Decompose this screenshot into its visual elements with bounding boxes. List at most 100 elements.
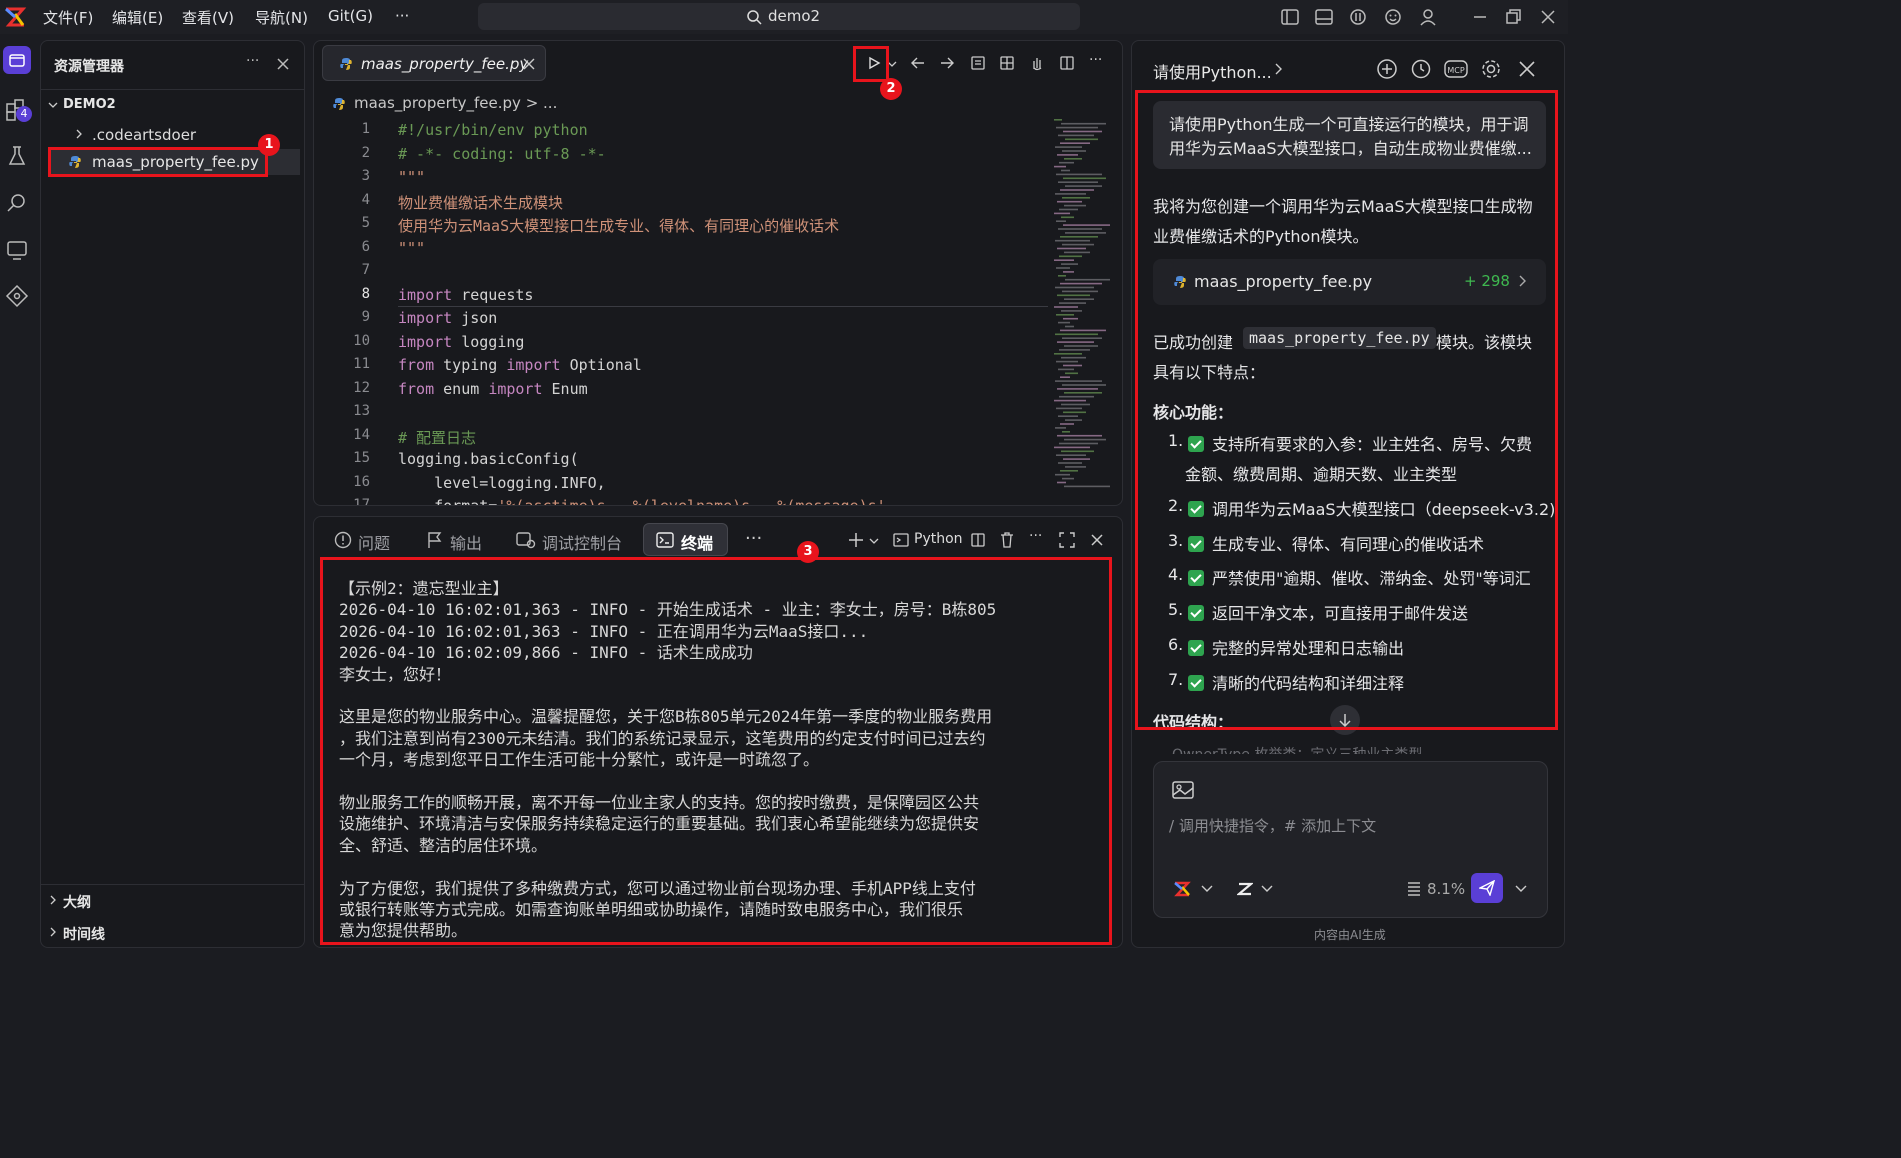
- editor-more-button[interactable]: ···: [1089, 52, 1102, 68]
- menu-edit[interactable]: 编辑(E): [112, 7, 163, 28]
- minimap-line: [1056, 314, 1074, 316]
- outline-section[interactable]: 大纲: [63, 892, 91, 912]
- menu-more[interactable]: ···: [395, 7, 409, 25]
- command-search[interactable]: demo2: [478, 3, 1080, 30]
- toggle-panel-icon[interactable]: [1314, 7, 1334, 27]
- minimap-line: [1065, 372, 1078, 375]
- explorer-activity[interactable]: [3, 46, 31, 74]
- history-icon[interactable]: [1410, 58, 1432, 80]
- test-flask-icon[interactable]: [3, 142, 31, 170]
- code-line: import requests: [398, 285, 534, 304]
- feedback-smiley-icon[interactable]: [1383, 7, 1403, 27]
- python-file-icon: [340, 58, 352, 70]
- ai-disclaimer: 内容由AI生成: [1314, 928, 1386, 942]
- line-number: 5: [361, 215, 370, 231]
- close-window-icon[interactable]: [1538, 7, 1558, 27]
- model-z-icon[interactable]: [1237, 881, 1253, 897]
- outline-view-icon[interactable]: [970, 55, 986, 71]
- code-line: """: [398, 168, 426, 186]
- line-number: 14: [353, 426, 370, 443]
- folder-codeartsdoer[interactable]: .codeartsdoer: [92, 126, 196, 144]
- toggle-sidebar-icon[interactable]: [1280, 7, 1300, 27]
- shell-name[interactable]: Python: [914, 531, 963, 547]
- extensions-badge: 4: [16, 106, 32, 122]
- tab-output[interactable]: 输出: [450, 530, 482, 554]
- code-line: """: [398, 238, 426, 257]
- restore-icon[interactable]: [1503, 7, 1523, 27]
- chevron-down-icon[interactable]: [1261, 885, 1273, 893]
- account-icon[interactable]: [1418, 7, 1438, 27]
- editor-tab[interactable]: maas_property_fee.py: [322, 45, 546, 81]
- explorer-title: 资源管理器: [54, 59, 124, 75]
- minimap-line: [1057, 154, 1078, 156]
- files-icon: [9, 54, 25, 67]
- explorer-more-button[interactable]: ···: [246, 53, 259, 69]
- menu-navigate[interactable]: 导航(N): [255, 7, 308, 28]
- send-options-chevron-icon[interactable]: [1515, 885, 1527, 893]
- minimap-line: [1060, 189, 1094, 191]
- minimap-line: [1063, 317, 1078, 320]
- split-terminal-icon[interactable]: [970, 532, 986, 548]
- editor-panel: maas_property_fee.py ··· maas_property_f…: [313, 40, 1123, 506]
- chat-input-box[interactable]: / 调用快捷指令，# 添加上下文 8.1%: [1153, 761, 1548, 918]
- debug-console-icon: [516, 532, 536, 549]
- new-chat-icon[interactable]: [1376, 58, 1398, 80]
- image-attach-icon[interactable]: [1172, 780, 1194, 800]
- line-number: 9: [361, 309, 370, 325]
- minimap-line: [1065, 138, 1098, 141]
- chevron-down-icon[interactable]: [1201, 885, 1213, 893]
- extensions-activity[interactable]: 4: [3, 96, 32, 124]
- minimap-line: [1056, 173, 1102, 176]
- send-button[interactable]: [1471, 873, 1503, 903]
- minimap-line: [1060, 376, 1070, 378]
- menu-view[interactable]: 查看(V): [182, 7, 234, 28]
- ai-panel-icon[interactable]: [1348, 7, 1368, 27]
- terminal-more-button[interactable]: ···: [1029, 528, 1042, 544]
- breadcrumb[interactable]: maas_property_fee.py > ...: [354, 94, 557, 112]
- tab-problems[interactable]: 问题: [358, 530, 390, 554]
- chat-input-placeholder[interactable]: / 调用快捷指令，# 添加上下文: [1169, 815, 1376, 836]
- remote-explorer-icon[interactable]: [3, 236, 31, 264]
- close-tab-icon[interactable]: [523, 58, 535, 70]
- context-usage-percent: 8.1%: [1427, 880, 1466, 898]
- project-root[interactable]: DEMO2: [63, 97, 116, 112]
- minimap-line: [1062, 197, 1090, 199]
- split-editor-icon[interactable]: [1059, 55, 1075, 71]
- line-number: 17: [353, 497, 370, 505]
- menu-git[interactable]: Git(G): [328, 7, 373, 25]
- minimize-icon[interactable]: [1470, 7, 1490, 27]
- minimap-line: [1062, 243, 1094, 246]
- close-explorer-icon[interactable]: [276, 57, 290, 71]
- hand-tool-icon[interactable]: [1029, 55, 1045, 71]
- forward-arrow-icon[interactable]: [939, 56, 955, 70]
- settings-gear-icon[interactable]: [1480, 58, 1502, 80]
- chevron-right-icon[interactable]: [1273, 63, 1283, 75]
- tab-terminal-active[interactable]: 终端: [643, 523, 728, 556]
- search-code-icon[interactable]: [3, 189, 31, 217]
- minimap[interactable]: [1052, 117, 1120, 505]
- timeline-section[interactable]: 时间线: [63, 924, 105, 944]
- code-line: #!/usr/bin/env python: [398, 121, 588, 139]
- close-panel-icon[interactable]: [1090, 533, 1104, 547]
- minimap-line: [1056, 220, 1066, 222]
- maximize-panel-icon[interactable]: [1058, 531, 1076, 549]
- mcp-icon[interactable]: MCP: [1444, 58, 1468, 80]
- close-chat-icon[interactable]: [1518, 60, 1536, 78]
- new-terminal-plus-icon[interactable]: [848, 532, 864, 548]
- minimap-line: [1054, 212, 1070, 215]
- panel-more-tabs[interactable]: ···: [745, 528, 762, 549]
- annotation-badge-3: 3: [797, 541, 819, 563]
- menu-file[interactable]: 文件(F): [43, 7, 93, 28]
- search-icon: [747, 10, 762, 25]
- back-arrow-icon[interactable]: [910, 56, 926, 70]
- chat-title[interactable]: 请使用Python...: [1153, 59, 1272, 83]
- tab-debug-console[interactable]: 调试控制台: [542, 530, 622, 554]
- minimap-line: [1060, 423, 1074, 425]
- split-grid-icon[interactable]: [999, 55, 1015, 71]
- source-control-icon[interactable]: [3, 282, 31, 310]
- trash-icon[interactable]: [999, 531, 1015, 549]
- code-area[interactable]: 1 #!/usr/bin/env python 2 # -*- coding: utf…: [314, 117, 1052, 505]
- minimap-line: [1060, 470, 1078, 472]
- agent-logo-icon[interactable]: [1173, 880, 1191, 898]
- chevron-down-icon[interactable]: [869, 537, 879, 545]
